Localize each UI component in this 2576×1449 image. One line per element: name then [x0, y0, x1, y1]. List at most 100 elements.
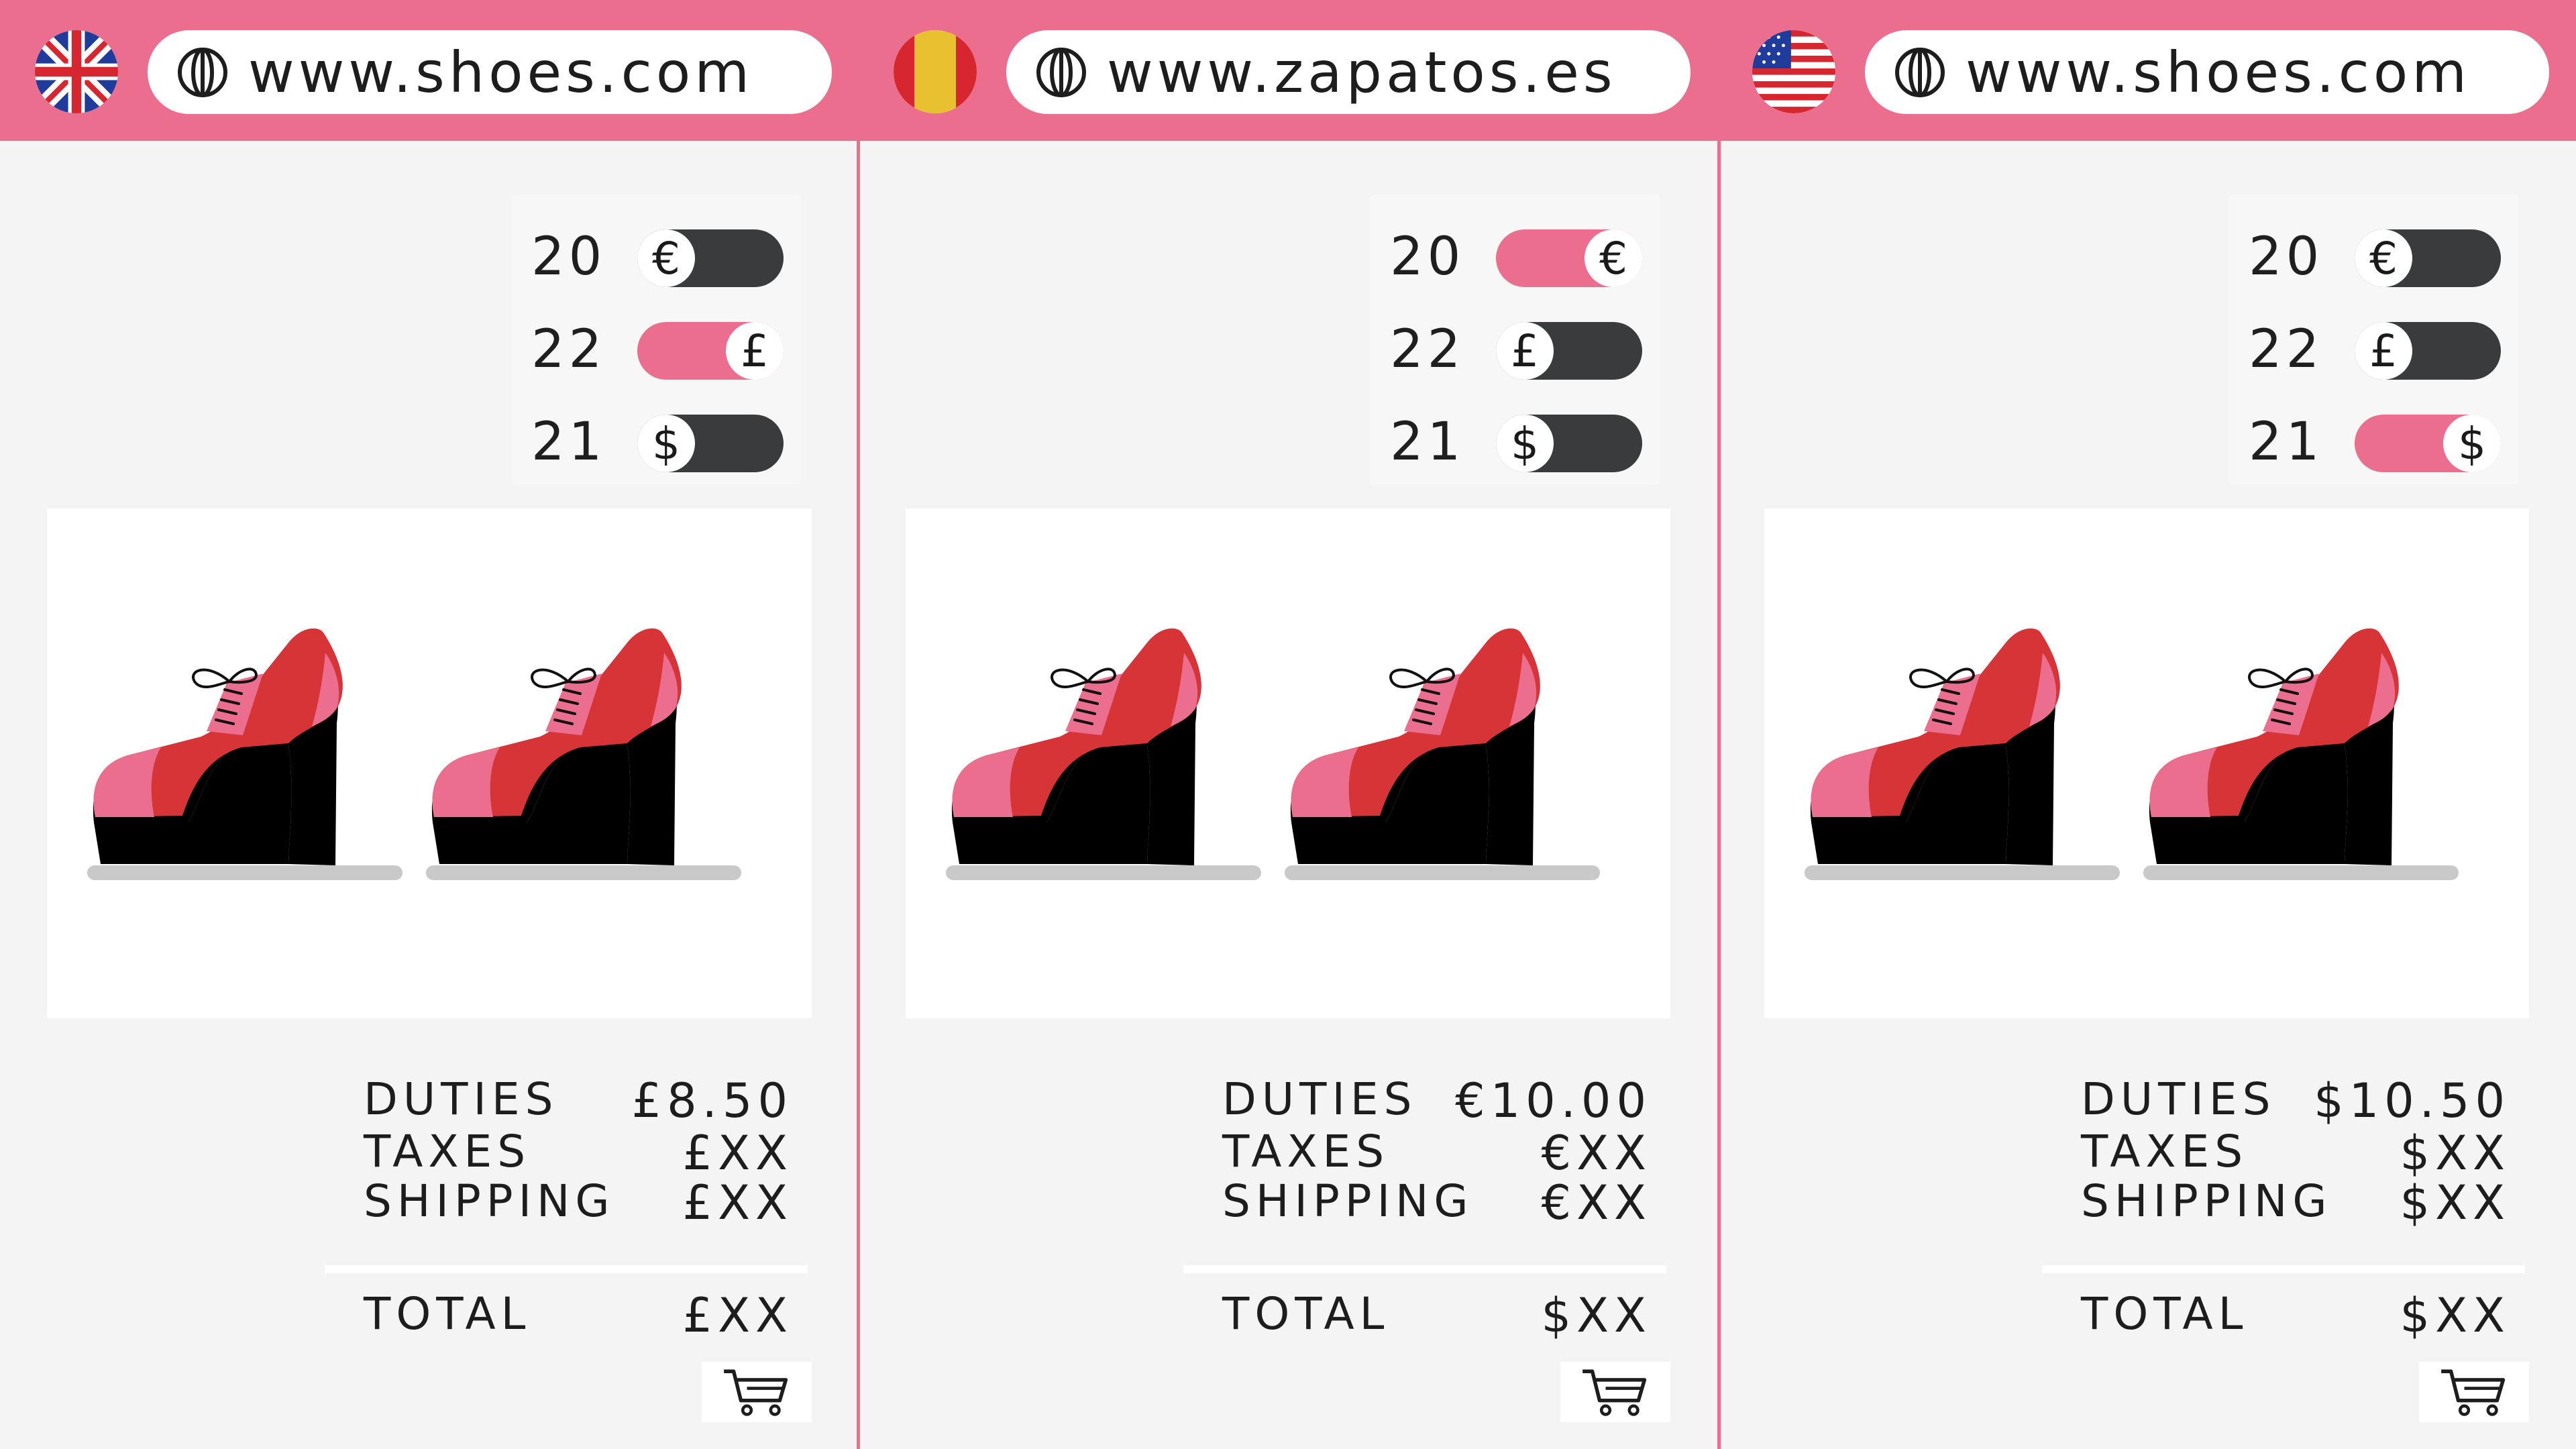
duties-row: DUTIES £8.50 — [364, 1073, 793, 1128]
size-number: 22 — [531, 319, 606, 380]
dollar-knob: $ — [637, 415, 695, 472]
taxes-value: $XX — [2400, 1126, 2510, 1181]
globe-icon — [1034, 46, 1088, 99]
size-selector: 20 € 22 £ 21 $ — [1370, 195, 1660, 484]
url-text: www.shoes.com — [1966, 39, 2471, 105]
pound-knob: £ — [2355, 322, 2412, 380]
panel-divider — [857, 0, 860, 1449]
size-currency-toggle[interactable]: € — [2355, 229, 2501, 287]
total-row: TOTAL $XX — [2081, 1288, 2510, 1343]
size-number: 21 — [1390, 412, 1465, 472]
shipping-row: SHIPPING £XX — [364, 1175, 793, 1230]
size-currency-toggle[interactable]: £ — [1496, 322, 1642, 380]
taxes-label: TAXES — [2081, 1126, 2249, 1177]
total-label: TOTAL — [2081, 1288, 2249, 1340]
duties-row: DUTIES €10.00 — [1222, 1073, 1652, 1128]
product-image[interactable] — [1764, 508, 2529, 1018]
size-option-21: 21 $ — [1370, 401, 1660, 475]
total-value: £XX — [682, 1288, 793, 1343]
duties-value: $10.50 — [2314, 1073, 2510, 1128]
taxes-label: TAXES — [1222, 1126, 1390, 1177]
size-currency-toggle[interactable]: $ — [2355, 415, 2501, 472]
size-option-20: 20 € — [1370, 216, 1660, 290]
order-summary: DUTIES £8.50 TAXES £XX SHIPPING £XX TOTA… — [315, 1073, 812, 1422]
size-currency-toggle[interactable]: £ — [2355, 322, 2501, 380]
url-text: www.zapatos.es — [1107, 39, 1617, 105]
product-image[interactable] — [47, 508, 812, 1018]
duties-label: DUTIES — [2081, 1073, 2276, 1125]
shopping-cart-icon — [1582, 1369, 1647, 1416]
size-selector: 20 € 22 £ 21 $ — [511, 195, 801, 484]
size-option-20: 20 € — [2229, 216, 2518, 290]
size-option-20: 20 € — [511, 216, 801, 290]
size-currency-toggle[interactable]: $ — [637, 415, 784, 472]
size-currency-toggle[interactable]: € — [1496, 229, 1642, 287]
euro-knob: € — [1585, 229, 1642, 287]
pound-knob: £ — [1496, 322, 1554, 380]
add-to-cart-button[interactable] — [702, 1362, 812, 1422]
taxes-label: TAXES — [364, 1126, 531, 1177]
globe-icon — [176, 46, 229, 99]
total-value: $XX — [2400, 1288, 2510, 1343]
total-row: TOTAL £XX — [364, 1288, 793, 1343]
comparison-stage: www.shoes.com 20 € 22 £ 21 $ DUTIES £8.5… — [0, 0, 2576, 1449]
shipping-label: SHIPPING — [364, 1175, 615, 1227]
taxes-row: TAXES €XX — [1222, 1126, 1652, 1181]
size-number: 20 — [1390, 227, 1465, 287]
globe-icon — [1893, 46, 1947, 99]
product-image[interactable] — [906, 508, 1670, 1018]
shipping-row: SHIPPING €XX — [1222, 1175, 1652, 1230]
shipping-label: SHIPPING — [2081, 1175, 2332, 1227]
size-option-22: 22 £ — [2229, 309, 2518, 382]
size-currency-toggle[interactable]: € — [637, 229, 784, 287]
size-number: 22 — [1390, 319, 1465, 380]
taxes-row: TAXES $XX — [2081, 1126, 2510, 1181]
order-summary: DUTIES $10.50 TAXES $XX SHIPPING $XX TOT… — [2033, 1073, 2529, 1422]
address-bar[interactable]: www.shoes.com — [148, 30, 832, 114]
pound-knob: £ — [726, 322, 784, 380]
order-summary: DUTIES €10.00 TAXES €XX SHIPPING €XX TOT… — [1174, 1073, 1670, 1422]
uk-flag-icon — [35, 30, 118, 113]
shoe-icon — [946, 589, 1268, 898]
total-row: TOTAL $XX — [1222, 1288, 1652, 1343]
total-value: $XX — [1541, 1288, 1652, 1343]
euro-knob: € — [637, 229, 695, 287]
panel-divider — [1717, 0, 1721, 1449]
size-number: 22 — [2249, 319, 2324, 380]
browser-top-bar: www.zapatos.es — [859, 0, 1717, 141]
duties-row: DUTIES $10.50 — [2081, 1073, 2510, 1128]
duties-label: DUTIES — [364, 1073, 559, 1125]
divider — [1183, 1265, 1666, 1273]
shoe-icon — [87, 589, 409, 898]
size-number: 21 — [2249, 412, 2324, 472]
dollar-knob: $ — [1496, 415, 1554, 472]
taxes-value: £XX — [682, 1126, 793, 1181]
add-to-cart-button[interactable] — [1560, 1362, 1670, 1422]
size-number: 20 — [2249, 227, 2324, 287]
add-to-cart-button[interactable] — [2419, 1362, 2529, 1422]
shipping-value: £XX — [682, 1175, 793, 1230]
spain-flag-icon — [894, 30, 977, 113]
size-option-22: 22 £ — [511, 309, 801, 382]
size-number: 20 — [531, 227, 606, 287]
shopping-cart-icon — [2441, 1369, 2506, 1416]
size-option-21: 21 $ — [2229, 401, 2518, 475]
store-panel-us: www.shoes.com 20 € 22 £ 21 $ DUTIES $10.… — [1717, 0, 2576, 1449]
shoe-icon — [2143, 589, 2465, 898]
browser-top-bar: www.shoes.com — [1717, 0, 2576, 141]
shoe-icon — [426, 589, 748, 898]
divider — [2042, 1265, 2525, 1273]
shipping-label: SHIPPING — [1222, 1175, 1474, 1227]
size-currency-toggle[interactable]: £ — [637, 322, 784, 380]
shipping-value: €XX — [1541, 1175, 1652, 1230]
size-selector: 20 € 22 £ 21 $ — [2229, 195, 2518, 484]
divider — [325, 1265, 808, 1273]
duties-label: DUTIES — [1222, 1073, 1417, 1125]
address-bar[interactable]: www.zapatos.es — [1006, 30, 1690, 114]
address-bar[interactable]: www.shoes.com — [1865, 30, 2549, 114]
us-flag-icon — [1752, 30, 1835, 113]
size-currency-toggle[interactable]: $ — [1496, 415, 1642, 472]
taxes-row: TAXES £XX — [364, 1126, 793, 1181]
browser-top-bar: www.shoes.com — [0, 0, 859, 141]
shopping-cart-icon — [724, 1369, 788, 1416]
